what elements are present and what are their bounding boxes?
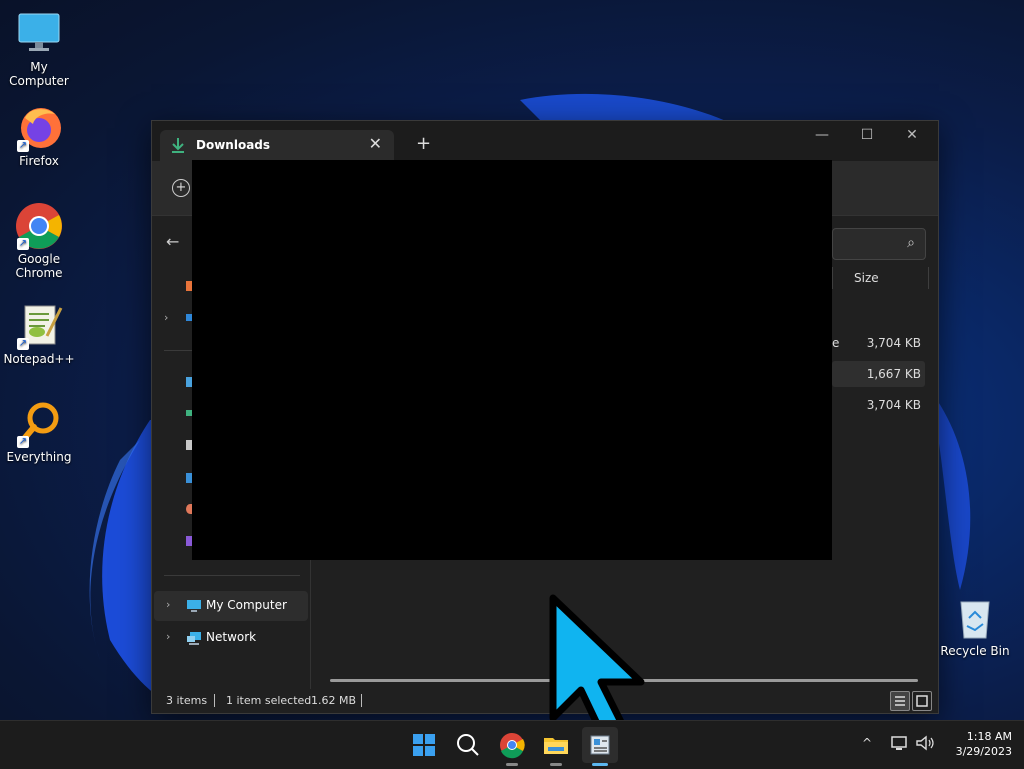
desktop-icon-label: Recycle Bin bbox=[940, 644, 1010, 658]
sidebar-item-label: Network bbox=[206, 630, 257, 644]
file-size: 3,704 KB bbox=[866, 336, 921, 350]
clock-date: 3/29/2023 bbox=[955, 745, 1012, 758]
start-button[interactable] bbox=[406, 727, 442, 763]
start-icon bbox=[413, 734, 435, 756]
file-size: 1,667 KB bbox=[866, 367, 921, 381]
table-row[interactable]: e 3,704 KB bbox=[832, 330, 925, 356]
back-button[interactable]: ← bbox=[166, 232, 179, 251]
item-count: 3 items bbox=[166, 694, 208, 707]
desktop-icon-label: Everything bbox=[6, 450, 72, 464]
recycle-bin-icon bbox=[955, 596, 995, 640]
column-separator[interactable] bbox=[928, 267, 929, 289]
shortcut-arrow-icon: ↗ bbox=[17, 238, 29, 250]
selection-size: 1.62 MB bbox=[311, 694, 357, 707]
divider bbox=[361, 694, 362, 707]
desktop-icon-my-computer[interactable]: My Computer bbox=[1, 10, 77, 88]
everything-search-icon: ↗ bbox=[15, 400, 63, 448]
redacted-overlay bbox=[192, 160, 832, 560]
close-window-button[interactable]: ✕ bbox=[897, 127, 927, 151]
desktop-icon-label: Google Chrome bbox=[15, 252, 63, 280]
taskbar-search-button[interactable] bbox=[450, 727, 486, 763]
show-hidden-icons-button[interactable]: ^ bbox=[862, 736, 872, 750]
file-explorer-icon bbox=[544, 738, 568, 754]
search-icon bbox=[457, 734, 479, 756]
monitor-icon bbox=[15, 10, 63, 58]
desktop-icon-firefox[interactable]: ↗ Firefox bbox=[1, 104, 77, 168]
desktop-icon-label: Firefox bbox=[19, 154, 59, 168]
search-icon: ⌕ bbox=[907, 235, 915, 251]
taskbar-file-explorer-button[interactable] bbox=[538, 727, 574, 766]
running-indicator bbox=[506, 763, 518, 766]
close-tab-icon[interactable]: ✕ bbox=[369, 134, 382, 153]
desktop-icon-google-chrome[interactable]: ↗ Google Chrome bbox=[1, 202, 77, 280]
divider bbox=[214, 694, 215, 707]
column-separator[interactable] bbox=[832, 267, 833, 289]
file-name-fragment: e bbox=[832, 336, 840, 350]
desktop-icon-notepadpp[interactable]: ↗ Notepad++ bbox=[1, 302, 77, 366]
tab-downloads[interactable]: Downloads ✕ bbox=[160, 130, 394, 161]
divider bbox=[164, 575, 300, 576]
taskbar: ^ 1:18 AM 3/29/2023 bbox=[0, 720, 1024, 769]
taskbar-chrome-button[interactable] bbox=[494, 727, 530, 766]
desktop-icon-label: Notepad++ bbox=[3, 352, 75, 366]
system-clock[interactable]: 1:18 AM 3/29/2023 bbox=[946, 729, 1012, 759]
mouse-cursor-icon bbox=[549, 594, 645, 736]
notepadpp-icon: ↗ bbox=[15, 302, 63, 350]
taskbar-active-app-button[interactable] bbox=[582, 727, 618, 766]
maximize-button[interactable]: ☐ bbox=[852, 127, 882, 151]
desktop-icon-recycle-bin[interactable]: Recycle Bin bbox=[940, 596, 1010, 658]
column-header-size[interactable]: Size bbox=[854, 271, 879, 285]
search-input[interactable]: ⌕ bbox=[832, 228, 926, 260]
file-size: 3,704 KB bbox=[866, 398, 921, 412]
chevron-right-icon[interactable]: › bbox=[164, 311, 168, 324]
sidebar-item-my-computer[interactable]: › My Computer bbox=[154, 591, 308, 621]
tab-title: Downloads bbox=[196, 138, 271, 152]
chrome-icon bbox=[500, 733, 525, 759]
title-bar[interactable]: Downloads ✕ + — ☐ ✕ bbox=[152, 121, 938, 161]
chevron-right-icon[interactable]: › bbox=[166, 630, 170, 643]
clock-time: 1:18 AM bbox=[966, 730, 1012, 743]
firefox-icon: ↗ bbox=[15, 104, 63, 152]
sidebar-item-label: My Computer bbox=[206, 598, 287, 612]
running-indicator bbox=[550, 763, 562, 766]
chevron-right-icon[interactable]: › bbox=[166, 598, 170, 611]
new-tab-button[interactable]: + bbox=[416, 133, 431, 154]
network-icon bbox=[186, 630, 202, 645]
minimize-button[interactable]: — bbox=[807, 127, 837, 151]
desktop-icon-everything[interactable]: ↗ Everything bbox=[1, 400, 77, 464]
sidebar-item-network[interactable]: › Network bbox=[154, 623, 308, 653]
desktop-icon-label: My Computer bbox=[9, 60, 69, 88]
network-status-icon[interactable] bbox=[891, 735, 909, 755]
table-row-selected[interactable]: 1,667 KB bbox=[832, 361, 925, 387]
monitor-icon bbox=[186, 598, 202, 612]
active-indicator bbox=[592, 763, 608, 766]
shortcut-arrow-icon: ↗ bbox=[17, 338, 29, 350]
download-icon bbox=[170, 136, 186, 154]
shortcut-arrow-icon: ↗ bbox=[17, 436, 29, 448]
shortcut-arrow-icon: ↗ bbox=[17, 140, 29, 152]
volume-icon[interactable] bbox=[915, 735, 935, 755]
tiles-view-button[interactable] bbox=[912, 691, 932, 711]
active-app-icon bbox=[590, 735, 610, 755]
chrome-icon: ↗ bbox=[15, 202, 63, 250]
table-row[interactable]: 3,704 KB bbox=[832, 392, 925, 418]
new-item-button[interactable]: + bbox=[172, 179, 190, 197]
details-view-button[interactable] bbox=[890, 691, 910, 711]
selection-count: 1 item selected bbox=[226, 694, 312, 707]
